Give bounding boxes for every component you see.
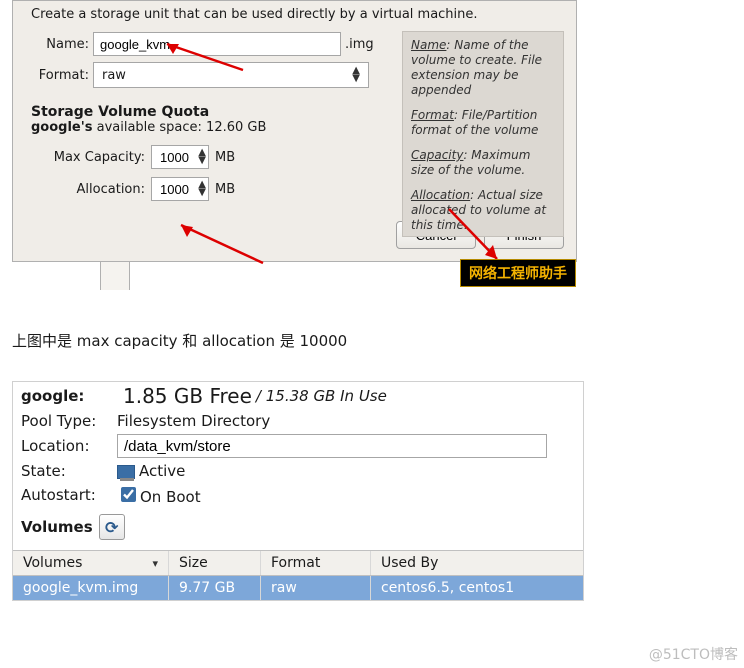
sort-chevron-icon: ▾ (152, 557, 158, 570)
quota-available: available space: 12.60 GB (92, 120, 266, 135)
pool-free: 1.85 GB Free (123, 384, 252, 408)
source-badge: 网络工程师助手 (460, 259, 576, 287)
caption-text: 上图中是 max capacity 和 allocation 是 10000 (12, 330, 744, 351)
col-usedby[interactable]: Used By (371, 551, 583, 575)
autostart-label: Autostart: (21, 486, 117, 504)
allocation-label: Allocation: (25, 182, 145, 197)
allocation-unit: MB (215, 182, 235, 197)
allocation-value[interactable] (158, 181, 192, 198)
watermark: @51CTO博客 (649, 644, 738, 664)
col-volumes[interactable]: Volumes (23, 555, 82, 571)
pool-inuse: / 15.38 GB In Use (256, 387, 387, 405)
col-size[interactable]: Size (169, 551, 261, 575)
name-extension: .img (345, 37, 374, 52)
pool-type-label: Pool Type: (21, 412, 117, 430)
window-stub (100, 262, 130, 290)
refresh-icon: ⟳ (105, 518, 118, 537)
allocation-spin[interactable]: ▲▼ (151, 177, 209, 201)
max-capacity-label: Max Capacity: (25, 150, 145, 165)
table-header[interactable]: Volumes ▾ Size Format Used By (13, 551, 583, 576)
spin-updown-icon[interactable]: ▲▼ (198, 149, 206, 165)
name-label: Name: (25, 37, 89, 52)
name-input[interactable] (93, 32, 341, 56)
hint-panel: Name: Name of the volume to create. File… (402, 31, 564, 237)
active-state-icon (117, 465, 135, 479)
row-volume-name: google_kvm.img (13, 576, 169, 600)
new-storage-volume-dialog: Create a storage unit that can be used d… (12, 0, 577, 262)
quota-owner: google's (31, 120, 92, 135)
col-format[interactable]: Format (261, 551, 371, 575)
format-value: raw (102, 68, 126, 83)
pool-name-label: google: (21, 387, 117, 405)
state-label: State: (21, 462, 117, 480)
row-usedby: centos6.5, centos1 (371, 576, 583, 600)
max-capacity-unit: MB (215, 150, 235, 165)
format-label: Format: (25, 68, 89, 83)
autostart-value: On Boot (140, 488, 201, 506)
row-format: raw (261, 576, 371, 600)
max-capacity-value[interactable] (158, 149, 192, 166)
pool-type-value: Filesystem Directory (117, 412, 270, 430)
pool-details-panel: google: 1.85 GB Free / 15.38 GB In Use P… (12, 381, 584, 601)
location-label: Location: (21, 437, 117, 455)
spin-updown-icon[interactable]: ▲▼ (198, 181, 206, 197)
max-capacity-spin[interactable]: ▲▼ (151, 145, 209, 169)
dialog-intro: Create a storage unit that can be used d… (25, 1, 564, 32)
combo-updown-icon: ▲▼ (352, 67, 360, 83)
table-row[interactable]: google_kvm.img 9.77 GB raw centos6.5, ce… (13, 576, 583, 600)
row-size: 9.77 GB (169, 576, 261, 600)
refresh-button[interactable]: ⟳ (99, 514, 125, 540)
volumes-table: Volumes ▾ Size Format Used By google_kvm.… (13, 550, 583, 600)
format-combo[interactable]: raw ▲▼ (93, 62, 369, 88)
autostart-checkbox[interactable] (121, 487, 136, 502)
location-input[interactable] (117, 434, 547, 458)
volumes-heading: Volumes (21, 518, 93, 536)
state-value: Active (139, 462, 185, 480)
